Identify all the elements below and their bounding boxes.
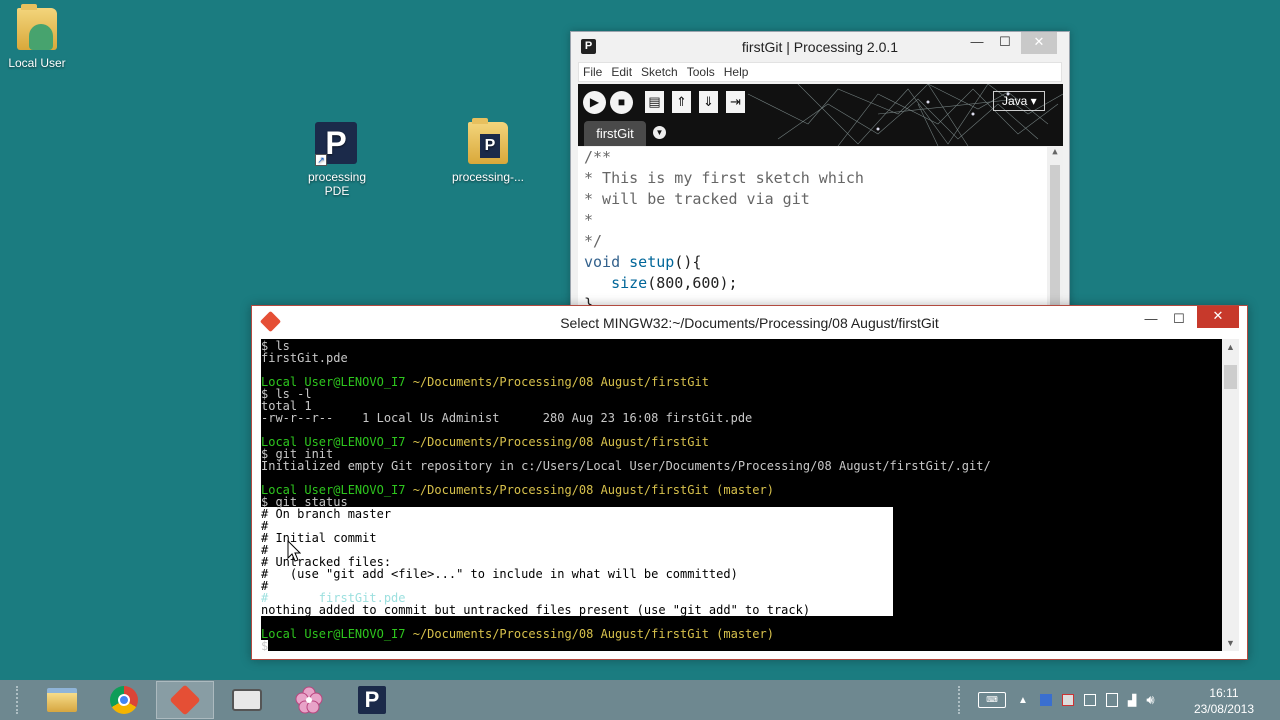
terminal-line: nothing added to commit but untracked fi… bbox=[261, 603, 811, 617]
volume-icon[interactable]: 🔊︎ bbox=[1146, 692, 1154, 708]
taskbar-git-bash[interactable] bbox=[156, 681, 214, 719]
folder-icon: P bbox=[466, 118, 510, 166]
network-status-icon[interactable] bbox=[1039, 694, 1052, 706]
tab-firstgit[interactable]: firstGit bbox=[584, 121, 646, 146]
save-button[interactable]: ⇓ bbox=[699, 91, 718, 113]
terminal-line: # Initial commit bbox=[261, 531, 377, 545]
prompt-path: ~/Documents/Processing/08 August/firstGi… bbox=[405, 627, 774, 641]
desktop-icon-processing-folder[interactable]: P processing-... bbox=[443, 118, 533, 184]
terminal-line: # On branch master bbox=[261, 507, 392, 521]
code-line: * will be tracked via git bbox=[584, 190, 810, 208]
terminal-scrollbar[interactable]: ▲ ▼ bbox=[1222, 339, 1239, 651]
taskbar-processing[interactable]: P bbox=[343, 681, 401, 719]
maximize-button[interactable]: ☐ bbox=[989, 32, 1021, 54]
prompt-path: ~/Documents/Processing/08 August/firstGi… bbox=[405, 435, 709, 449]
code-line: size(800,600); bbox=[611, 274, 738, 292]
taskbar-grip[interactable] bbox=[16, 686, 21, 714]
editor-scrollbar[interactable]: ▲ bbox=[1047, 147, 1063, 310]
chrome-icon bbox=[110, 686, 138, 714]
taskbar: P ⌨ ▲ ▟ 🔊︎ 16:11 23/08/2013 bbox=[0, 680, 1280, 720]
desktop-icon-local-user[interactable]: Local User bbox=[0, 4, 82, 70]
window-title: Select MINGW32:~/Documents/Processing/08… bbox=[560, 315, 939, 331]
mode-selector[interactable]: Java ▾ bbox=[993, 91, 1045, 111]
prompt-path: ~/Documents/Processing/08 August/firstGi… bbox=[405, 375, 709, 389]
terminal-line: Local User@LENOVO_I7 ~/Documents/Process… bbox=[261, 376, 709, 388]
menu-tools[interactable]: Tools bbox=[687, 65, 715, 79]
file-explorer-icon bbox=[47, 688, 77, 712]
system-tray: ⌨ ▲ ▟ 🔊︎ bbox=[978, 680, 1155, 720]
code-line: */ bbox=[584, 232, 603, 250]
battery-icon[interactable] bbox=[1105, 693, 1118, 707]
scrollbar-thumb[interactable] bbox=[1050, 165, 1060, 305]
processing-window[interactable]: P firstGit | Processing 2.0.1 — ☐ ✕ File… bbox=[570, 31, 1070, 311]
action-center-flag-icon[interactable] bbox=[1061, 694, 1074, 706]
taskbar-clock[interactable]: 16:11 23/08/2013 bbox=[1194, 685, 1254, 717]
prompt-path: ~/Documents/Processing/08 August/firstGi… bbox=[405, 483, 774, 497]
device-icon[interactable] bbox=[1083, 694, 1096, 706]
processing-app-icon: P ↗ bbox=[315, 122, 359, 166]
code-line: * bbox=[584, 211, 594, 229]
code-line: * This is my first sketch which bbox=[584, 169, 864, 187]
code-line: /** bbox=[584, 148, 612, 166]
video-camera-icon bbox=[232, 689, 262, 711]
terminal-line: firstGit.pde bbox=[261, 351, 348, 365]
taskbar-video-recorder[interactable] bbox=[218, 681, 276, 719]
terminal-line: $ bbox=[261, 639, 269, 651]
git-bash-window[interactable]: Select MINGW32:~/Documents/Processing/08… bbox=[251, 305, 1248, 660]
new-sketch-button[interactable]: ▤ bbox=[645, 91, 664, 113]
processing-toolbar: ▶ ■ ▤ ⇑ ⇓ ⇥ Java ▾ firstGit ▼ bbox=[578, 84, 1063, 146]
desktop-icon-processing-pde[interactable]: P ↗ processing PDE bbox=[292, 122, 382, 198]
maximize-button[interactable]: ☐ bbox=[1163, 309, 1195, 331]
tray-grip[interactable] bbox=[958, 686, 963, 714]
menu-help[interactable]: Help bbox=[724, 65, 749, 79]
tab-menu-chevron-icon[interactable]: ▼ bbox=[653, 126, 666, 139]
flower-icon bbox=[295, 686, 323, 714]
menu-edit[interactable]: Edit bbox=[611, 65, 632, 79]
terminal-line: -rw-r--r-- 1 Local Us Administ 280 Aug 2… bbox=[261, 411, 753, 425]
clock-time: 16:11 bbox=[1209, 686, 1239, 700]
prompt-user-host: Local User@LENOVO_I7 bbox=[261, 627, 406, 641]
processing-titlebar[interactable]: P firstGit | Processing 2.0.1 — ☐ ✕ bbox=[571, 32, 1069, 62]
processing-app-icon: P bbox=[358, 686, 386, 714]
menu-bar: File Edit Sketch Tools Help bbox=[578, 62, 1062, 82]
taskbar-flower-app[interactable] bbox=[280, 681, 338, 719]
code-editor[interactable]: /** * This is my first sketch which * wi… bbox=[578, 147, 1063, 310]
taskbar-file-explorer[interactable] bbox=[33, 681, 91, 719]
scrollbar-thumb[interactable] bbox=[1224, 365, 1237, 389]
desktop-icon-label: processing-... bbox=[451, 170, 525, 184]
taskbar-chrome[interactable] bbox=[95, 681, 153, 719]
terminal-line: # (use "git add <file>..." to include in… bbox=[261, 567, 738, 581]
terminal-line: Initialized empty Git repository in c:/U… bbox=[261, 459, 991, 473]
scroll-up-icon[interactable]: ▲ bbox=[1222, 339, 1239, 355]
menu-file[interactable]: File bbox=[583, 65, 602, 79]
stop-button[interactable]: ■ bbox=[610, 91, 633, 114]
touch-keyboard-icon[interactable]: ⌨ bbox=[978, 692, 1006, 708]
close-button[interactable]: ✕ bbox=[1197, 306, 1239, 328]
run-button[interactable]: ▶ bbox=[583, 91, 606, 114]
mouse-pointer-icon bbox=[287, 540, 301, 562]
open-button[interactable]: ⇑ bbox=[672, 91, 691, 113]
terminal-line: Local User@LENOVO_I7 ~/Documents/Process… bbox=[261, 628, 774, 640]
desktop-icon-label: Local User bbox=[8, 56, 66, 70]
code-line: void setup(){ bbox=[584, 253, 702, 271]
user-folder-icon bbox=[15, 4, 59, 52]
export-button[interactable]: ⇥ bbox=[726, 91, 745, 113]
desktop-icon-label: processing PDE bbox=[307, 170, 367, 198]
scroll-up-icon[interactable]: ▲ bbox=[1047, 147, 1063, 161]
terminal-output[interactable]: $ ls firstGit.pde Local User@LENOVO_I7 ~/D… bbox=[261, 339, 1222, 651]
wifi-signal-icon[interactable]: ▟ bbox=[1128, 694, 1136, 707]
menu-sketch[interactable]: Sketch bbox=[641, 65, 678, 79]
git-logo-icon bbox=[169, 684, 201, 716]
show-hidden-icons-icon[interactable]: ▲ bbox=[1018, 695, 1028, 706]
scroll-down-icon[interactable]: ▼ bbox=[1222, 635, 1239, 651]
git-titlebar[interactable]: Select MINGW32:~/Documents/Processing/08… bbox=[252, 306, 1247, 338]
clock-date: 23/08/2013 bbox=[1193, 702, 1254, 716]
close-button[interactable]: ✕ bbox=[1021, 32, 1057, 54]
